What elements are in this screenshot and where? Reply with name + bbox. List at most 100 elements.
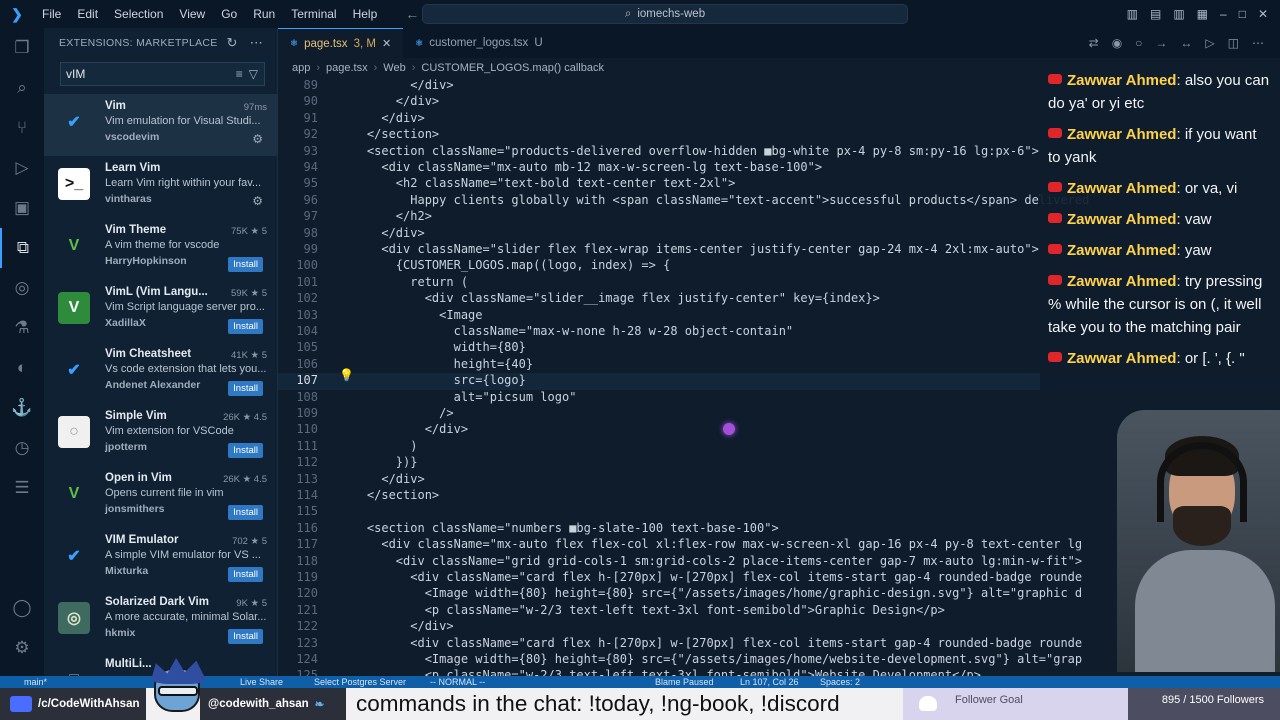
breadcrumb-item[interactable]: app	[292, 62, 310, 74]
command-center-search[interactable]: ⌕ iomechs-web	[422, 4, 908, 24]
compare-icon[interactable]: ⇄	[1089, 36, 1099, 50]
extensions-icon[interactable]: ⧉	[0, 228, 44, 268]
extension-search-input[interactable]: vIM ≡ ▽	[60, 62, 265, 86]
chat-text: or [. ', {. "	[1184, 350, 1245, 367]
menu-item[interactable]: Selection	[106, 0, 171, 28]
breadcrumb-item[interactable]: Web	[383, 62, 405, 74]
sidebar-title: EXTENSIONS: MARKETPLACE	[59, 37, 218, 49]
minimize-icon[interactable]: –	[1220, 7, 1227, 21]
chat-author: Zawwar Ahmed	[1067, 72, 1177, 89]
vim-mode-label: -- NORMAL --	[430, 677, 486, 687]
timeline-icon[interactable]: ◷	[0, 428, 44, 468]
code-text: alt="picsum logo"	[338, 389, 577, 404]
docker-icon[interactable]: ⚓	[0, 388, 44, 428]
breadcrumb-item[interactable]: CUSTOMER_LOGOS.map() callback	[421, 62, 604, 74]
breadcrumb-item[interactable]: page.tsx	[326, 62, 368, 74]
twitter-icon: ❧	[314, 699, 325, 711]
chat-text: vaw	[1184, 211, 1212, 228]
back-arrow-icon[interactable]: ←	[405, 6, 419, 22]
explorer-icon[interactable]: ❐	[0, 28, 44, 68]
source-control-icon[interactable]: ⑂	[0, 108, 44, 148]
line-number: 114	[296, 488, 318, 502]
live-share-label[interactable]: Live Share	[240, 676, 283, 688]
account-icon[interactable]: ◯	[0, 588, 44, 628]
next-change-icon[interactable]: →	[1155, 36, 1167, 50]
follower-goal: Follower Goal 895 / 1500 Followers	[903, 688, 1280, 720]
youtube-icon	[1048, 128, 1062, 138]
code-text: </section>	[338, 488, 440, 502]
menu-item[interactable]: Edit	[69, 0, 106, 28]
install-button[interactable]: Install	[228, 505, 263, 520]
extension-item[interactable]: ✔ Vim Cheatsheet Vs code extension that le…	[44, 342, 277, 404]
install-button[interactable]: Install	[228, 629, 263, 644]
close-icon[interactable]: ✕	[1258, 7, 1268, 21]
indent-label[interactable]: Spaces: 2	[820, 676, 860, 688]
maximize-icon[interactable]: □	[1239, 7, 1246, 21]
manage-extension-gear-icon[interactable]: ⚙	[252, 132, 263, 146]
menu-item[interactable]: File	[34, 0, 69, 28]
chat-colon: :	[1176, 180, 1185, 197]
toggle-sidebar-icon[interactable]: ▥	[1127, 7, 1138, 21]
cursor-position-label[interactable]: Ln 107, Col 26	[740, 676, 799, 688]
editor-tabs: ⚛ page.tsx 3, M ✕ ⚛ customer_logos.tsx U…	[278, 28, 1280, 58]
extension-item[interactable]: ◎ Solarized Dark Vim A more accurate, mini…	[44, 590, 277, 652]
git-history-icon[interactable]: ◐	[0, 348, 44, 388]
toggle-secondary-sidebar-icon[interactable]: ▥	[1173, 7, 1184, 21]
remote-explorer-icon[interactable]: ▣	[0, 188, 44, 228]
install-button[interactable]: Install	[228, 567, 263, 582]
more-actions-icon[interactable]: ⋯	[250, 35, 263, 51]
blame-label[interactable]: Blame Paused	[655, 676, 714, 688]
extension-description: Vim extension for VSCode	[105, 425, 234, 437]
install-button[interactable]: Install	[228, 319, 263, 334]
line-number: 122	[296, 619, 318, 634]
git-blame-icon[interactable]: ◉	[1112, 36, 1122, 50]
clear-filter-icon[interactable]: ≡	[236, 67, 243, 81]
install-button[interactable]: Install	[228, 443, 263, 458]
extension-item[interactable]: >_ Learn Vim Learn Vim right within your f…	[44, 156, 277, 218]
chat-text: yaw	[1184, 242, 1212, 259]
tab-page-tsx[interactable]: ⚛ page.tsx 3, M ✕	[278, 28, 404, 58]
toggle-icon[interactable]: ↔	[1180, 36, 1192, 50]
extension-item[interactable]: ○ Simple Vim Vim extension for VSCode jpott…	[44, 404, 277, 466]
search-activity-icon[interactable]: ⌕	[0, 68, 44, 108]
menu-item[interactable]: View	[171, 0, 213, 28]
run-debug-icon[interactable]: ▷	[0, 148, 44, 188]
install-button[interactable]: Install	[228, 381, 263, 396]
tab-customer-logos[interactable]: ⚛ customer_logos.tsx U	[403, 28, 554, 58]
extension-item[interactable]: ✔ Vim Vim emulation for Visual Studi... vsc…	[44, 94, 277, 156]
line-number: 124	[296, 652, 318, 666]
menu-item[interactable]: Terminal	[283, 0, 344, 28]
editor-more-icon[interactable]: ⋯	[1252, 36, 1264, 50]
github-icon[interactable]: ◎	[0, 268, 44, 308]
branch-label[interactable]: main*	[24, 676, 47, 688]
testing-icon[interactable]: ⚗	[0, 308, 44, 348]
chat-author: Zawwar Ahmed	[1067, 273, 1177, 290]
extension-item[interactable]: V Vim Theme A vim theme for vscode HarryHop…	[44, 218, 277, 280]
notes-icon[interactable]: ☰	[0, 468, 44, 508]
manage-extension-gear-icon[interactable]: ⚙	[252, 194, 263, 208]
close-tab-icon[interactable]: ✕	[382, 37, 391, 50]
code-text: </div>	[338, 110, 425, 125]
postgres-label[interactable]: Select Postgres Server	[314, 676, 406, 688]
code-text: <div className="card flex h-[270px] w-[2…	[338, 570, 1083, 584]
line-number: 96	[303, 192, 318, 207]
filter-icon[interactable]: ▽	[249, 67, 258, 81]
extension-item[interactable]: ✔ VIM Emulator A simple VIM emulator for V…	[44, 528, 277, 590]
customize-layout-icon[interactable]: ▦	[1197, 7, 1208, 21]
install-button[interactable]: Install	[228, 257, 263, 272]
chat-message: Zawwar Ahmed: try pressing % while the c…	[1048, 269, 1272, 346]
chat-text: or va, vi	[1184, 180, 1238, 197]
menu-item[interactable]: Go	[213, 0, 245, 28]
menu-item[interactable]: Run	[245, 0, 283, 28]
refresh-icon[interactable]: ↻	[226, 35, 237, 51]
previous-change-icon[interactable]: ○	[1135, 36, 1142, 50]
extension-item[interactable]: V VimL (Vim Langu... Vim Script language s…	[44, 280, 277, 342]
menu-item[interactable]: Help	[345, 0, 386, 28]
toggle-panel-icon[interactable]: ▤	[1150, 7, 1161, 21]
split-editor-icon[interactable]: ◫	[1228, 36, 1239, 50]
line-number: 100	[296, 258, 318, 273]
extension-item[interactable]: V Open in Vim Opens current file in vim jon…	[44, 466, 277, 528]
manage-gear-icon[interactable]: ⚙	[0, 628, 44, 668]
lightbulb-icon[interactable]: 💡	[339, 368, 354, 382]
run-icon[interactable]: ▷	[1205, 36, 1214, 50]
